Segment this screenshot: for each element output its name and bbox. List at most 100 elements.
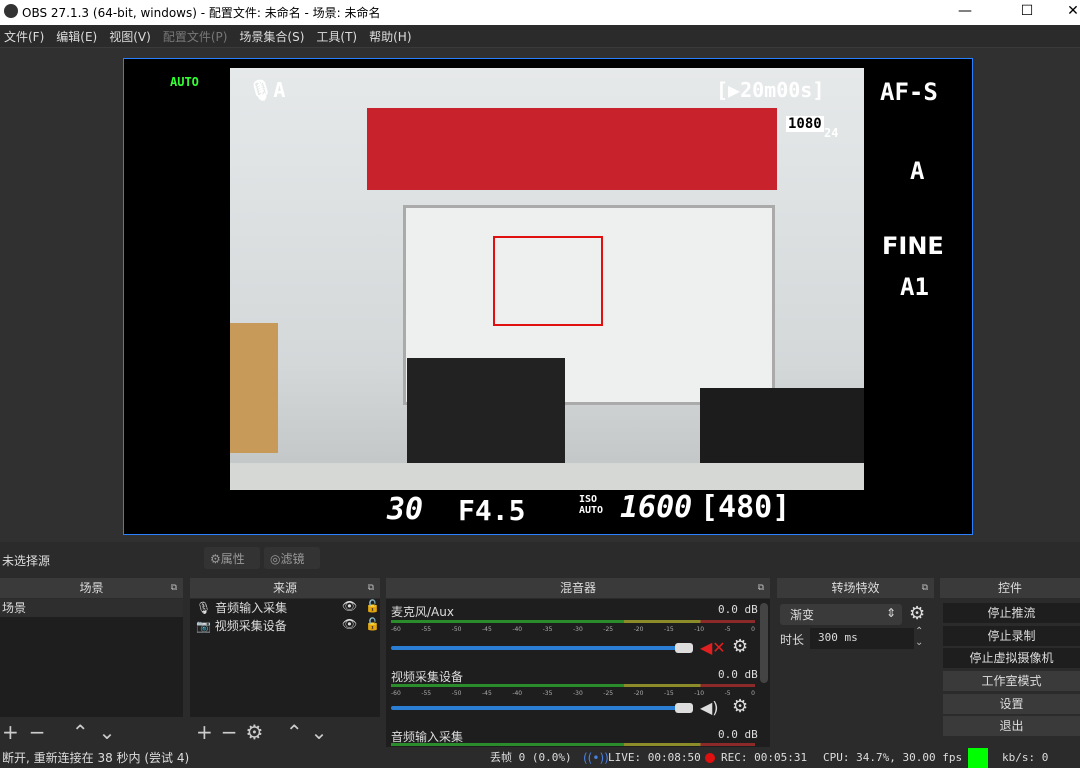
shots-remaining: [480] — [700, 490, 791, 525]
move-up-button[interactable]: ⌃ — [72, 720, 99, 744]
gear-icon[interactable]: ⚙ — [732, 696, 748, 717]
meter-tick: -10 — [694, 626, 705, 633]
desk — [230, 463, 864, 490]
window-title: OBS 27.1.3 (64-bit, windows) - 配置文件: 未命名… — [22, 6, 381, 20]
add-scene-button[interactable]: + — [2, 720, 29, 744]
meter-tick: -15 — [663, 626, 674, 633]
meter-tick: -10 — [694, 690, 705, 697]
transition-select[interactable]: 渐变 ⇕ — [780, 604, 902, 625]
lock-icon[interactable]: 🔓 — [365, 617, 380, 631]
bitrate: kb/s: 0 — [1002, 751, 1049, 764]
stop-streaming-button[interactable]: 停止推流 — [943, 603, 1080, 623]
remove-scene-button[interactable]: − — [29, 720, 56, 744]
source-item[interactable]: 📷 视频采集设备 👁 🔓 — [190, 617, 380, 635]
stop-recording-button[interactable]: 停止录制 — [943, 626, 1080, 646]
filters-button[interactable]: ◎滤镜 — [264, 547, 320, 569]
eye-icon[interactable]: 👁 — [342, 599, 357, 613]
volume-slider[interactable] — [391, 706, 691, 710]
meter-tick: -35 — [542, 626, 553, 633]
minimize-button[interactable]: — — [942, 0, 988, 25]
monitor — [407, 358, 565, 468]
volume-slider[interactable] — [391, 646, 691, 650]
scenes-list[interactable]: 场景 — [0, 599, 183, 717]
duration-input[interactable]: 300 ms — [810, 628, 914, 649]
transition-settings-button[interactable]: ⚙ — [909, 603, 925, 624]
meter-tick: -40 — [512, 626, 523, 633]
duration-stepper[interactable]: ⌃ ⌄ — [915, 626, 923, 648]
menu-view[interactable]: 视图(V) — [109, 28, 151, 45]
scene-mode: A — [910, 157, 925, 185]
meter-tick: -5 — [724, 626, 731, 633]
meter-tick: -20 — [633, 690, 644, 697]
maximize-button[interactable]: ☐ — [1004, 0, 1050, 25]
settings-button[interactable]: 设置 — [943, 694, 1080, 714]
chevron-updown-icon: ⇕ — [885, 606, 896, 620]
studio-mode-button[interactable]: 工作室模式 — [943, 671, 1080, 691]
gear-icon: ⚙ — [210, 552, 221, 566]
meter-tick: 0 — [751, 690, 755, 697]
lock-icon[interactable]: 🔓 — [365, 599, 380, 613]
add-source-button[interactable]: + — [196, 720, 221, 744]
connection-status: 断开, 重新连接在 38 秒内 (尝试 4) — [2, 751, 190, 765]
slider-knob[interactable] — [675, 643, 693, 653]
iso-label: ISO AUTO — [579, 494, 604, 516]
menu-file[interactable]: 文件(F) — [4, 28, 44, 45]
exit-button[interactable]: 退出 — [943, 716, 1080, 736]
meter-tick: -15 — [663, 690, 674, 697]
title-bar: OBS 27.1.3 (64-bit, windows) - 配置文件: 未命名… — [0, 0, 1080, 25]
menu-profile[interactable]: 配置文件(P) — [163, 28, 228, 45]
meter-tick: -50 — [451, 626, 462, 633]
meter-tick: -30 — [572, 690, 583, 697]
auto-mode-label: AUTO — [170, 75, 199, 89]
image-quality: FINE — [882, 232, 944, 260]
source-toolbar: +−⚙ ⌃⌄ — [196, 720, 335, 744]
menu-edit[interactable]: 编辑(E) — [56, 28, 97, 45]
menu-tools[interactable]: 工具(T) — [316, 28, 357, 45]
mic-indicator: 🎙A — [248, 78, 286, 102]
sources-header: 来源 ⧉ — [190, 578, 380, 598]
meter-tick: -50 — [451, 690, 462, 697]
muted-speaker-icon[interactable]: ◀✕ — [700, 638, 726, 657]
stop-virtual-camera-button[interactable]: 停止虚拟摄像机 — [943, 648, 1080, 668]
close-button[interactable]: ✕ — [1050, 0, 1080, 25]
scenes-header: 场景 ⧉ — [0, 578, 183, 598]
remove-source-button[interactable]: − — [221, 720, 246, 744]
camera-icon: 📷 — [196, 619, 211, 633]
mixer-scrollbar[interactable] — [760, 603, 768, 683]
live-icon: ((•)) — [583, 751, 609, 765]
channel-name: 麦克风/Aux — [391, 605, 454, 619]
meter-tick: -55 — [421, 626, 432, 633]
menu-help[interactable]: 帮助(H) — [369, 28, 411, 45]
source-settings-button[interactable]: ⚙ — [246, 720, 272, 744]
speaker-icon[interactable]: ◀) — [700, 698, 719, 717]
record-time: [▶20m00s] — [716, 78, 825, 102]
meter-ticks: -60 -55 -50 -45 -40 -35 -30 -25 -20 -15 -10 -5 0 — [391, 690, 755, 697]
menu-scene-collection[interactable]: 场景集合(S) — [239, 28, 304, 45]
volume-meter — [391, 743, 755, 746]
meter-tick: -30 — [572, 626, 583, 633]
gear-icon[interactable]: ⚙ — [732, 636, 748, 657]
move-down-button[interactable]: ⌄ — [99, 720, 126, 744]
connection-indicator — [968, 748, 988, 768]
scene-item[interactable]: 场景 — [0, 599, 183, 617]
controls-header: 控件 — [940, 578, 1080, 598]
source-item[interactable]: 🎙 音频输入采集 👁 🔓 — [190, 599, 380, 617]
properties-button[interactable]: ⚙属性 — [204, 547, 260, 569]
shutter-speed: 30 — [387, 492, 424, 527]
frame-rate: 24 — [824, 126, 839, 140]
meter-tick: -5 — [724, 690, 731, 697]
white-balance: A1 — [900, 273, 929, 301]
move-up-button[interactable]: ⌃ — [286, 720, 311, 744]
focus-box — [493, 236, 603, 326]
no-source-label: 未选择源 — [2, 554, 51, 568]
banner — [367, 108, 777, 190]
obs-logo-icon — [4, 4, 18, 18]
eye-icon[interactable]: 👁 — [342, 617, 357, 631]
move-down-button[interactable]: ⌄ — [311, 720, 336, 744]
sources-list[interactable]: 🎙 音频输入采集 👁 🔓 📷 视频采集设备 👁 🔓 — [190, 599, 380, 717]
meter-tick: -20 — [633, 626, 644, 633]
microphone-icon: 🎙 — [196, 601, 212, 615]
door — [230, 323, 278, 453]
meter-tick: -35 — [542, 690, 553, 697]
slider-knob[interactable] — [675, 703, 693, 713]
